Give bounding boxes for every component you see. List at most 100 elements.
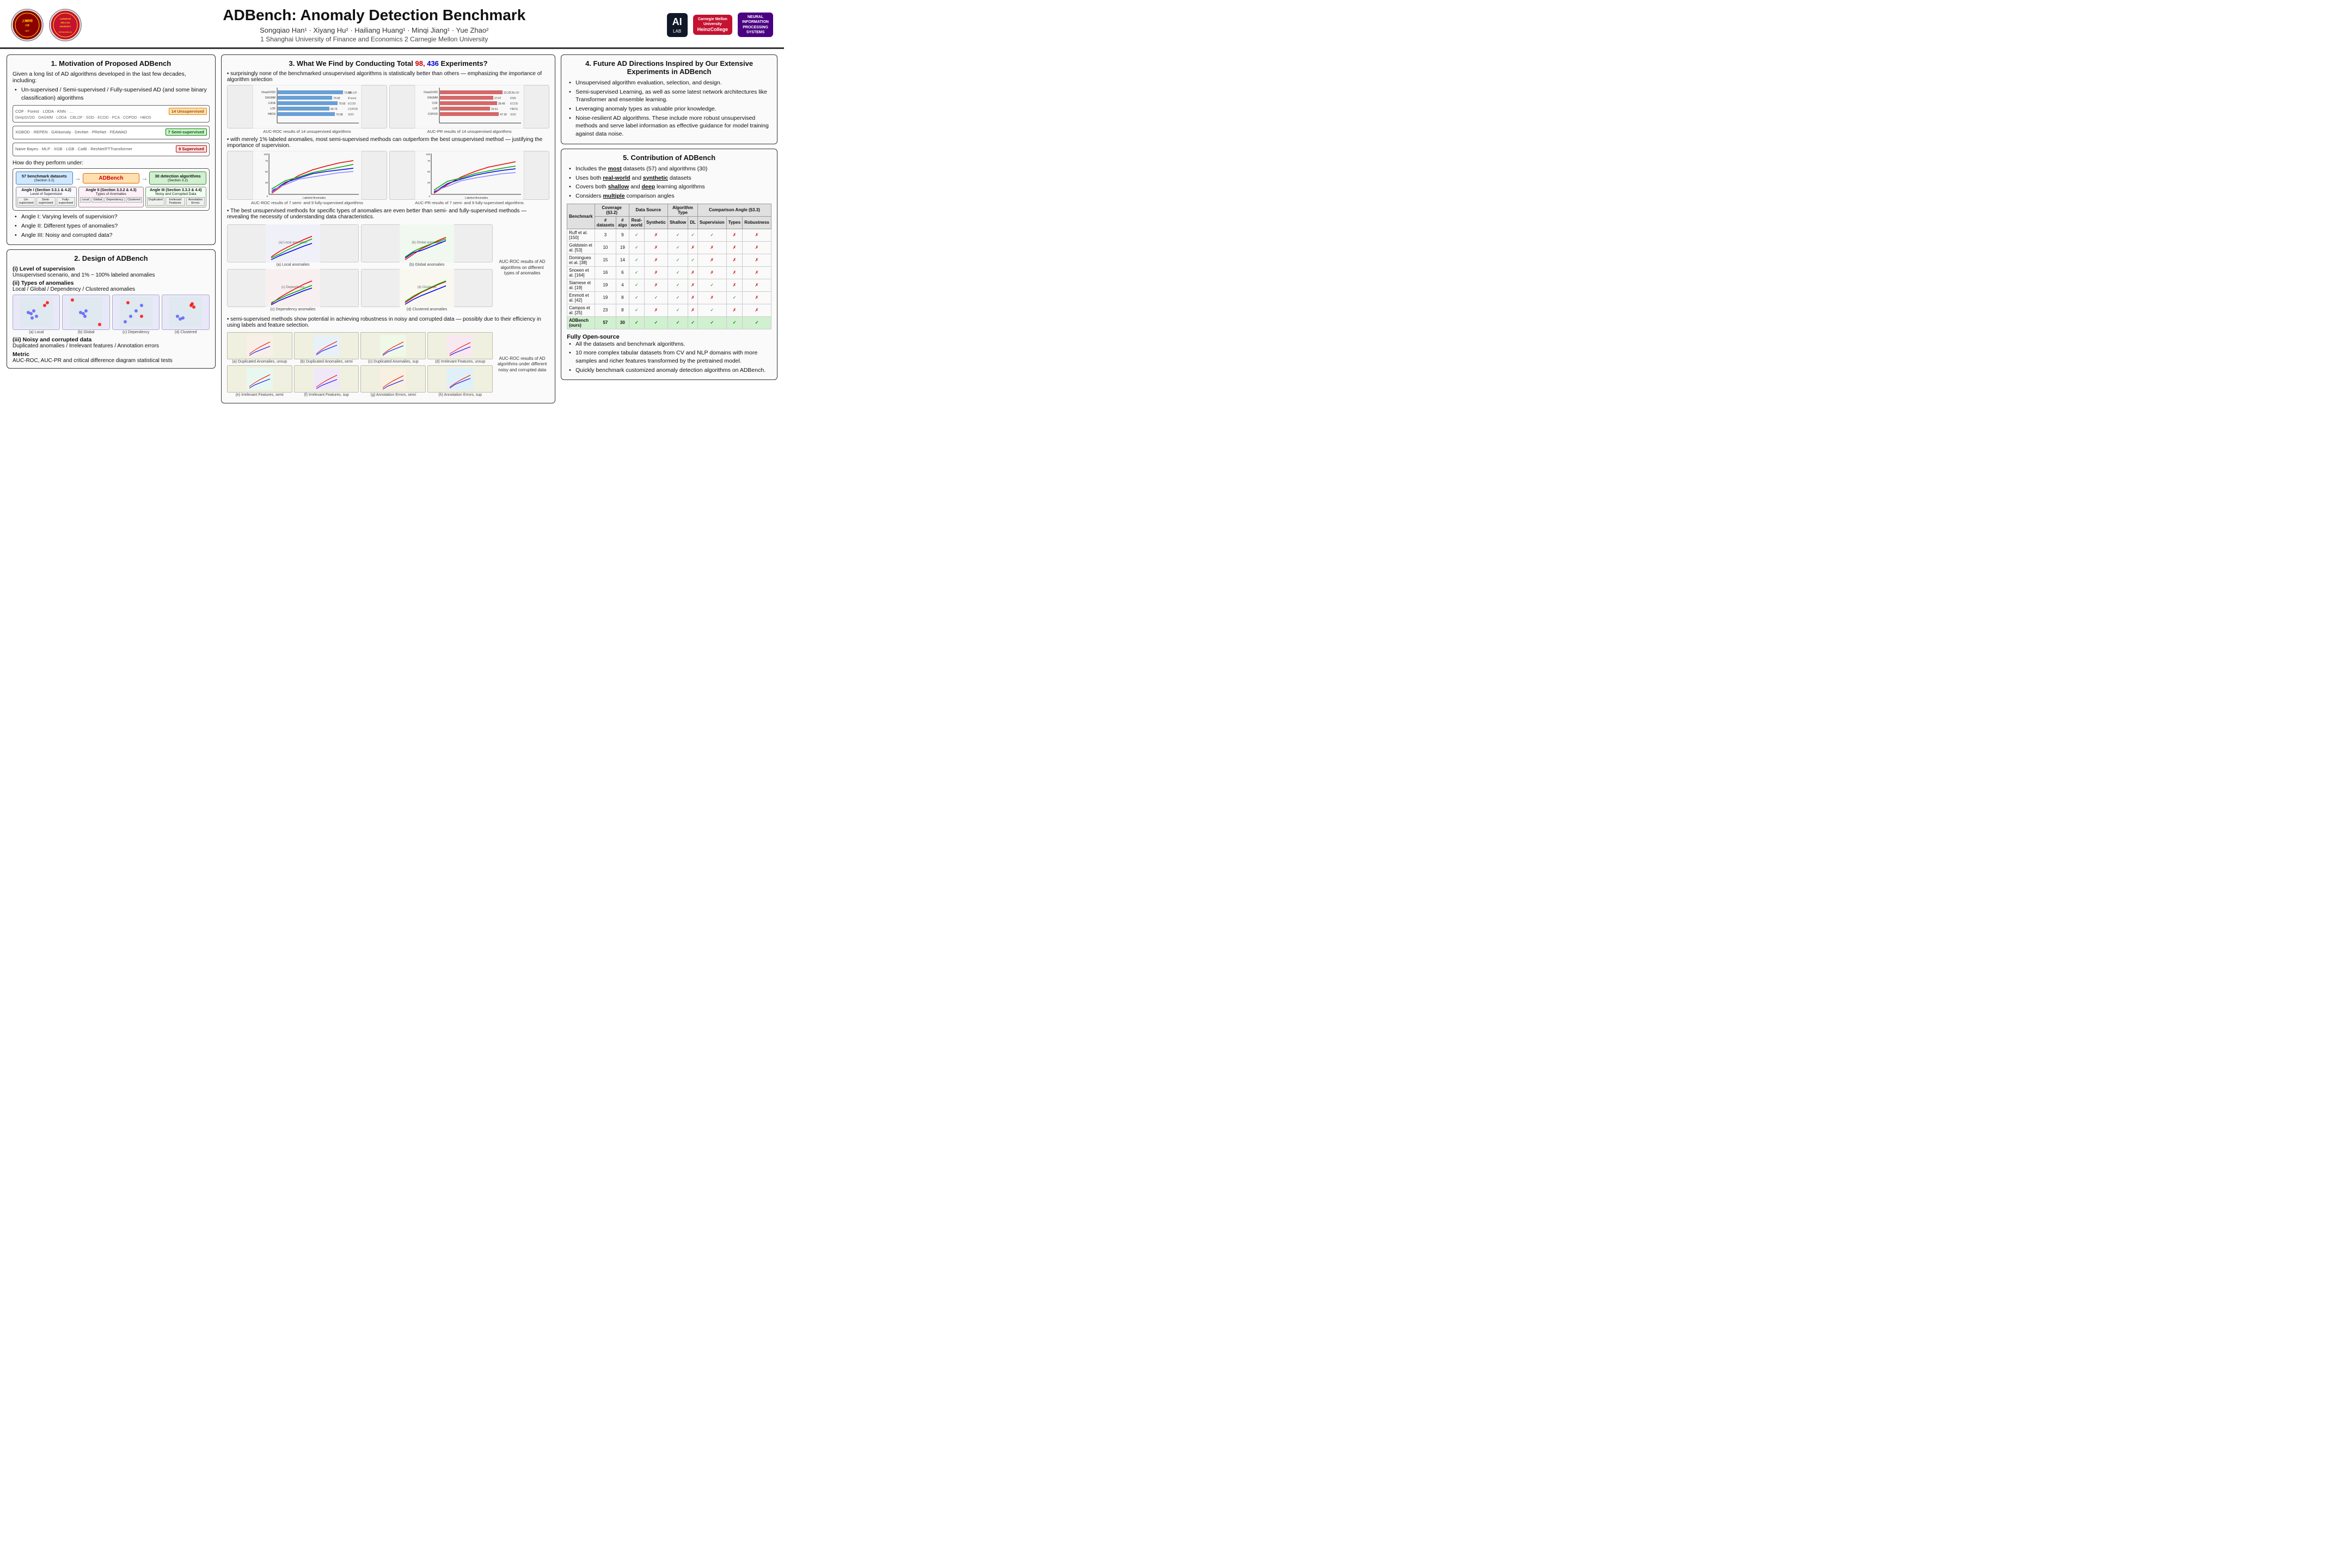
table-cell-2-0: Domingues et al. [38] <box>567 254 595 266</box>
main-content: 1. Motivation of Proposed ADBench Given … <box>0 49 784 409</box>
noisy-result-container: AUC-ROC results of AD algorithms under d… <box>495 330 549 399</box>
svg-text:KNN: KNN <box>510 97 516 100</box>
th-algotype: Algorithm Type <box>667 204 697 216</box>
table-cell-6-2: 8 <box>616 304 629 316</box>
noisy-4: (d) Irrelevant Features, unsup <box>427 332 493 364</box>
table-cell-4-1: 19 <box>595 279 616 291</box>
table-cell-1-8: ✗ <box>726 241 743 254</box>
table-cell-5-7: ✗ <box>697 291 726 304</box>
table-row: Snoeen et al. [164]166✓✗✓✗✗✗✗ <box>567 266 771 279</box>
table-cell-2-2: 14 <box>616 254 629 266</box>
table-cell-5-2: 8 <box>616 291 629 304</box>
svg-text:75: 75 <box>427 160 431 162</box>
svg-text:DeepSVDD: DeepSVDD <box>424 91 438 94</box>
logo-sufe: 上海财经 大学 1917 <box>11 9 44 41</box>
chart3-container: 0 25 50 75 100 Labeled Anomalies <box>227 151 387 205</box>
table-cell-4-2: 4 <box>616 279 629 291</box>
section3-title-end: Experiments? <box>441 59 488 68</box>
svg-text:LOF: LOF <box>270 107 275 111</box>
algo-box-unsupervised: COF · Forest · LODA · KNN · … 14 Unsuper… <box>13 105 210 122</box>
scatter-plots: (a) Local (b) Globa <box>13 295 210 334</box>
table-cell-0-6: ✓ <box>688 229 698 241</box>
open-source-title: Fully Open-source <box>567 334 771 340</box>
os-bullet2: 10 more complex tabular datasets from CV… <box>569 349 771 365</box>
metric-title: Metric <box>13 351 210 358</box>
section1-bullet1: Un-supervised / Semi-supervised / Fully-… <box>15 86 210 102</box>
table-cell-7-4: ✓ <box>644 316 667 329</box>
table-cell-3-3: ✓ <box>629 266 644 279</box>
table-cell-5-3: ✓ <box>629 291 644 304</box>
flow-arrow1: → <box>75 174 81 182</box>
scatter-clustered-chart <box>162 295 209 330</box>
table-row: Emmott et al. [42]198✓✓✓✗✗✓✗ <box>567 291 771 304</box>
section4-bullet3: Leveraging anomaly types as valuable pri… <box>569 105 771 113</box>
table-cell-7-0: ADBench (ours) <box>567 316 595 329</box>
section4-bullets: Unsupervised algorithm evaluation, selec… <box>567 79 771 138</box>
table-cell-2-6: ✓ <box>688 254 698 266</box>
th-compangle: Comparison Angle (§3.3) <box>697 204 771 216</box>
table-cell-3-9: ✗ <box>743 266 771 279</box>
table-row: Siamese et al. [19]194✓✗✓✗✓✗✗ <box>567 279 771 291</box>
authors: Songqiao Han¹ · Xiyang Hu² · Hailiang Hu… <box>82 26 667 34</box>
scatter-global-label: (b) Global <box>62 330 109 334</box>
svg-text:ECOD: ECOD <box>348 102 356 106</box>
noisy-result-label: AUC-ROC results of AD algorithms under d… <box>495 356 549 373</box>
section5-bullet2: Uses both real-world and synthetic datas… <box>569 174 771 182</box>
table-row: Campos et al. [25]238✓✗✓✗✓✗✗ <box>567 304 771 316</box>
svg-text:大学: 大学 <box>25 23 29 27</box>
finding4-text: semi-supervised methods show potential i… <box>227 316 541 328</box>
table-cell-0-1: 3 <box>595 229 616 241</box>
anom-global-chart: (b) Global anomalies <box>361 224 493 262</box>
th-datasets: # datasets <box>595 216 616 229</box>
table-cell-1-4: ✗ <box>644 241 667 254</box>
table-cell-2-4: ✗ <box>644 254 667 266</box>
svg-text:LODA: LODA <box>268 102 275 105</box>
table-cell-0-9: ✗ <box>743 229 771 241</box>
th-benchmark: Benchmark <box>567 204 595 229</box>
svg-text:UNIVERSITY: UNIVERSITY <box>59 26 71 28</box>
table-cell-1-3: ✓ <box>629 241 644 254</box>
noisy-chart7 <box>360 365 426 393</box>
th-algo: # algo <box>616 216 629 229</box>
scatter-local: (a) Local <box>13 295 60 334</box>
svg-text:70.03: 70.03 <box>333 97 340 100</box>
section5-panel: 5. Contribution of ADBench Includes the … <box>561 149 777 381</box>
chart1-container: DeepSVDD DAGMM LODA LOF HBOS <box>227 85 387 134</box>
algo-box-semi: XGBOD · REPEN · GANomaly · DevNet · PReN… <box>13 126 210 139</box>
noisy-3: (c) Duplicated Anomalies, sup <box>360 332 426 364</box>
finding4: • semi-supervised methods show potential… <box>227 316 549 399</box>
section5-bullet1: Includes the most datasets (57) and algo… <box>569 165 771 173</box>
table-cell-2-8: ✗ <box>726 254 743 266</box>
table-cell-4-5: ✓ <box>667 279 688 291</box>
os-bullet3: Quickly benchmark customized anomaly det… <box>569 366 771 375</box>
charts-row1: DeepSVDD DAGMM LODA LOF HBOS <box>227 85 549 134</box>
table-cell-7-1: 57 <box>595 316 616 329</box>
table-cell-5-6: ✗ <box>688 291 698 304</box>
svg-text:CBLOF: CBLOF <box>510 91 519 95</box>
table-cell-2-5: ✓ <box>667 254 688 266</box>
section1-angles: Angle I: Varying levels of supervision? … <box>13 213 210 239</box>
chart4-container: 0 25 50 75 100 Labeled Anomalies AUC <box>389 151 549 205</box>
scatter-dep-label: (c) Dependency <box>112 330 160 334</box>
algo-box-supervised: Naive Bayes · MLP · XGB · LGB · CatB · R… <box>13 143 210 156</box>
noisy-7: (g) Annotation Errors, semi <box>360 365 426 397</box>
scatter-local-label: (a) Local <box>13 330 60 334</box>
noisy-label4: (d) Irrelevant Features, unsup <box>427 360 493 364</box>
table-cell-6-3: ✓ <box>629 304 644 316</box>
table-cell-4-7: ✓ <box>697 279 726 291</box>
angle-3: Angle III: Noisy and corrupted data? <box>15 231 210 240</box>
svg-text:iForest: iForest <box>348 97 357 100</box>
noisy-label8: (h) Annotation Errors, sup <box>427 393 493 397</box>
noisy-1: (a) Duplicated Anomalies, unsup <box>227 332 292 364</box>
anom-result-label: AUC-ROC results of AD algorithms on diff… <box>495 259 549 276</box>
noisy-label5: (e) Irrelevant Features, semi <box>227 393 292 397</box>
table-cell-1-7: ✗ <box>697 241 726 254</box>
logo-heinz: Carnegie MellonUniversityHeinzCollege <box>693 15 733 35</box>
table-cell-3-0: Snoeen et al. [164] <box>567 266 595 279</box>
svg-text:Labeled Anomalies: Labeled Anomalies <box>465 197 488 200</box>
svg-text:LOF: LOF <box>432 107 438 111</box>
table-cell-1-5: ✓ <box>667 241 688 254</box>
section4-panel: 4. Future AD Directions Inspired by Our … <box>561 54 777 144</box>
scatter-local-chart <box>13 295 60 330</box>
section3-title: 3. What We Find by Conducting Total 98, … <box>227 59 549 68</box>
